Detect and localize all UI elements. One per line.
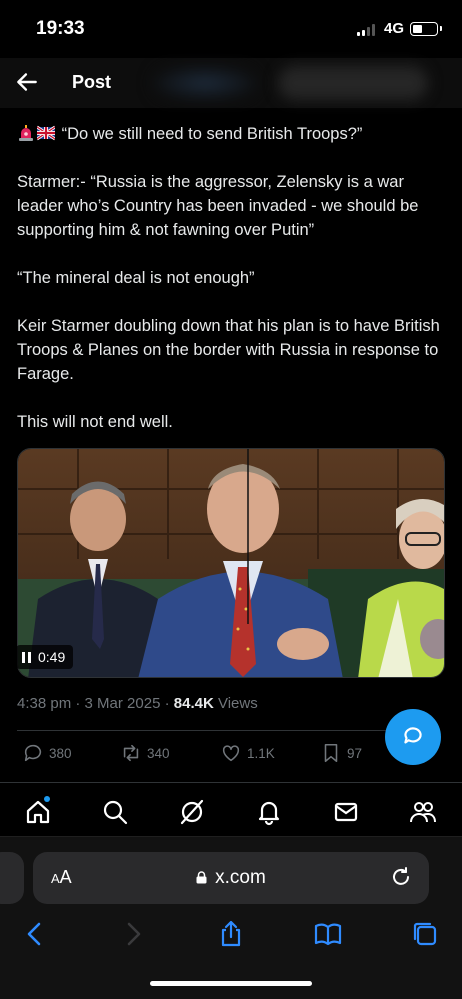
post-line-1: “Do we still need to send British Troops… [17, 122, 447, 146]
share-icon[interactable] [216, 919, 246, 949]
heart-icon [222, 745, 240, 762]
video-player[interactable] [17, 448, 445, 678]
bottom-tab-bar [0, 790, 462, 836]
battery-icon [410, 22, 442, 36]
like-button[interactable]: 1.1K [220, 742, 275, 764]
video-frame [18, 449, 444, 677]
divider [0, 782, 462, 783]
post-timestamp: 4:38 pm · 3 Mar 2025 · 84.4K Views [17, 695, 258, 712]
home-icon[interactable] [24, 798, 52, 826]
uk-flag-emoji-icon [37, 125, 55, 141]
grok-icon[interactable] [178, 798, 206, 826]
signal-icon [357, 24, 379, 36]
home-indicator [150, 981, 312, 986]
previous-tab-preview[interactable] [0, 852, 24, 904]
bookmark-icon [324, 743, 338, 763]
post-body: “Do we still need to send British Troops… [17, 122, 447, 434]
back-arrow-icon[interactable] [14, 69, 40, 95]
chat-bubble-icon [404, 727, 422, 744]
address-bar[interactable]: AA x.com [33, 852, 429, 904]
views-count: 84.4K [173, 695, 214, 712]
reload-icon[interactable] [389, 865, 413, 889]
lock-icon [196, 871, 207, 884]
post-paragraph: Starmer:- “Russia is the aggressor, Zele… [17, 173, 424, 239]
status-time: 19:33 [36, 18, 85, 39]
reply-button[interactable]: 380 [22, 742, 72, 764]
pause-icon [22, 651, 31, 663]
notifications-icon[interactable] [255, 798, 283, 826]
post-header: Post [0, 58, 462, 108]
reply-icon [24, 744, 42, 762]
siren-emoji-icon [19, 125, 33, 141]
tabs-icon[interactable] [410, 919, 440, 949]
blurred-region [150, 64, 260, 102]
repost-button[interactable]: 340 [120, 742, 170, 764]
page-title: Post [72, 72, 112, 92]
blurred-region [278, 66, 428, 100]
post-paragraph: This will not end well. [17, 413, 173, 431]
video-duration-badge[interactable]: 0:49 [16, 645, 74, 669]
repost-icon [123, 744, 139, 762]
status-bar: 19:33 4G [0, 0, 462, 58]
communities-icon[interactable] [409, 798, 437, 826]
divider [17, 730, 397, 731]
search-icon[interactable] [101, 798, 129, 826]
messages-icon[interactable] [332, 798, 360, 826]
browser-forward-icon[interactable] [118, 919, 148, 949]
post-paragraph: Keir Starmer doubling down that his plan… [17, 317, 445, 383]
home-new-indicator [44, 796, 50, 802]
network-type: 4G [384, 20, 405, 37]
browser-toolbar: AA x.com [0, 836, 462, 999]
floating-chat-button[interactable] [385, 709, 441, 765]
post-paragraph: “The mineral deal is not enough” [17, 269, 255, 287]
browser-back-icon[interactable] [20, 919, 50, 949]
bookmarks-icon[interactable] [313, 919, 343, 949]
url-display[interactable]: x.com [33, 867, 429, 889]
bookmark-button[interactable]: 97 [320, 742, 362, 764]
